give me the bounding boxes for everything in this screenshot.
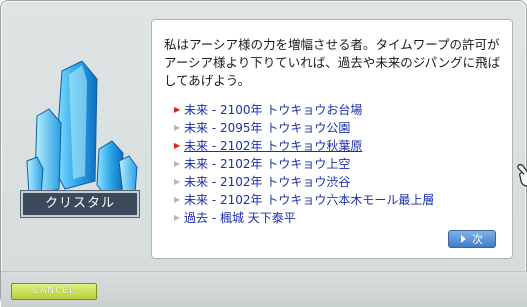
pointing-hand-icon <box>517 163 527 187</box>
destination-option[interactable]: ▶ 過去 - 楓城 天下泰平 <box>174 208 434 226</box>
arrow-bullet-icon: ▶ <box>174 212 181 222</box>
destination-option[interactable]: ▶ 未来 - 2102年 トウキョウ上空 <box>174 154 434 172</box>
destination-option[interactable]: ▶ 未来 - 2095年 トウキョウ公園 <box>174 118 434 136</box>
arrow-bullet-icon: ▶ <box>174 194 181 204</box>
arrow-bullet-icon: ▶ <box>174 122 181 132</box>
arrow-bullet-icon: ▶ <box>174 176 181 186</box>
destination-options: ▶ 未来 - 2100年 トウキョウお台場 ▶ 未来 - 2095年 トウキョウ… <box>174 100 434 226</box>
destination-option-selected[interactable]: ▶ 未来 - 2102年 トウキョウ秋葉原 <box>174 136 434 154</box>
destination-option[interactable]: ▶ 未来 - 2102年 トウキョウ六本木モール最上層 <box>174 190 434 208</box>
npc-message: 私はアーシア様の力を増幅させる者。タイムワープの許可が アーシア様より下りていれ… <box>164 36 504 90</box>
message-line: アーシア様より下りていれば、過去や未来のジパングに飛ば <box>164 55 501 70</box>
arrow-bullet-icon: ▶ <box>174 158 181 168</box>
arrow-bullet-icon: ▶ <box>174 140 181 150</box>
cancel-button[interactable]: CANCEL <box>11 283 97 300</box>
npc-dialog-window: クリスタル 私はアーシア様の力を増幅させる者。タイムワープの許可が アーシア様よ… <box>0 0 527 307</box>
message-line: 私はアーシア様の力を増幅させる者。タイムワープの許可が <box>164 37 500 52</box>
message-line: してあげよう。 <box>164 73 251 88</box>
destination-option[interactable]: ▶ 未来 - 2102年 トウキョウ渋谷 <box>174 172 434 190</box>
dialog-text-panel: 私はアーシア様の力を増幅させる者。タイムワープの許可が アーシア様より下りていれ… <box>151 19 527 259</box>
dialog-footer: CANCEL <box>1 271 527 307</box>
destination-option[interactable]: ▶ 未来 - 2100年 トウキョウお台場 <box>174 100 434 118</box>
next-button-label: 次 <box>472 233 483 246</box>
arrow-bullet-icon: ▶ <box>174 104 181 114</box>
npc-nameplate: クリスタル <box>21 191 139 217</box>
play-arrow-icon <box>461 235 466 243</box>
next-button[interactable]: 次 <box>448 230 496 248</box>
